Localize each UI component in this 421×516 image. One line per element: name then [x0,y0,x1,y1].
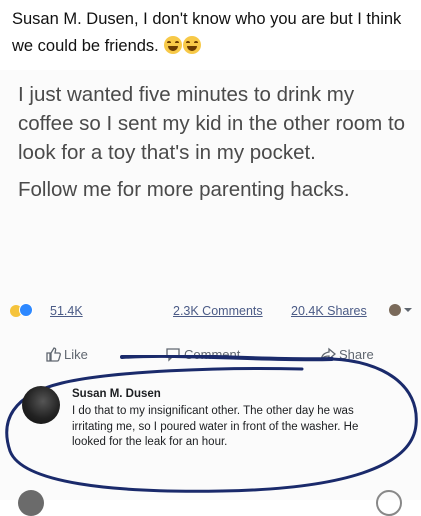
meme-caption: Susan M. Dusen, I don't know who you are… [12,6,412,60]
post-stats-bar: 51.4K 2.3K Comments 20.4K Shares [10,302,415,324]
reply-avatar [18,490,44,516]
commenter-avatar[interactable] [22,386,60,424]
rolling-on-floor-laughing-icon [183,36,202,54]
caption-text: Susan M. Dusen, I don't know who you are… [12,10,402,55]
emoji-picker-icon[interactable] [376,490,402,516]
comment-text: I do that to my insignificant other. The… [72,405,359,448]
reaction-selector-icon[interactable] [388,302,414,321]
like-reaction-icon [19,303,33,317]
post-body: I just wanted five minutes to drink my c… [18,80,410,212]
comments-count-link[interactable]: 2.3K Comments [173,304,263,318]
face-with-tears-of-joy-icon [164,36,183,54]
post-paragraph-2: Follow me for more parenting hacks. [18,178,350,201]
post-paragraph-1: I just wanted five minutes to drink my c… [18,83,406,164]
comment-author-name[interactable]: Susan M. Dusen [72,388,161,400]
reactions-count-link[interactable]: 51.4K [50,304,83,318]
reactions-icons[interactable] [10,303,33,318]
shares-count-link[interactable]: 20.4K Shares [291,304,367,318]
